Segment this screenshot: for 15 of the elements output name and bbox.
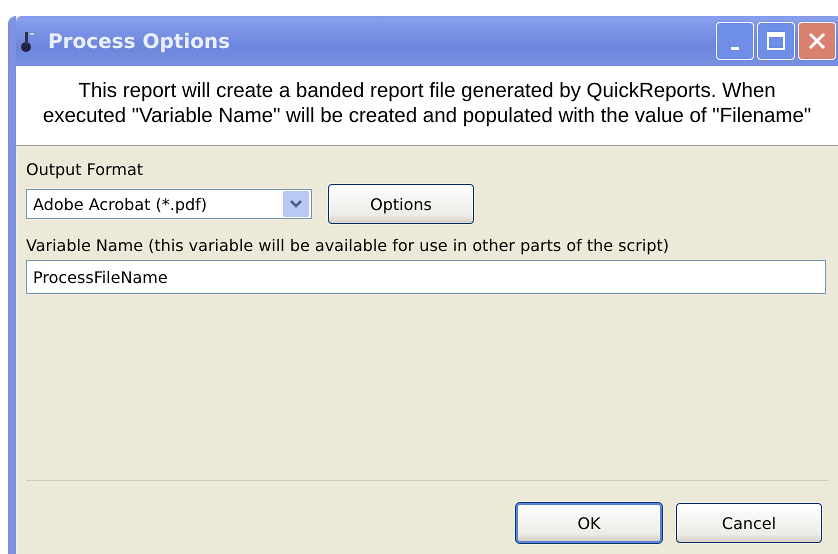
cancel-button[interactable]: Cancel [676,503,822,543]
maximize-icon [766,31,786,51]
variable-name-label: Variable Name (this variable will be available for use in other parts of the script) [26,236,670,255]
output-format-dropdown[interactable]: Adobe Acrobat (*.pdf) [26,189,312,219]
ok-button[interactable]: OK [516,503,662,543]
options-button[interactable]: Options [328,184,474,224]
minimize-button[interactable] [716,22,754,60]
maximize-button[interactable] [757,22,795,60]
minimize-icon [731,46,739,50]
output-format-label: Output Format [26,160,144,179]
close-icon [807,31,827,51]
description-text: This report will create a banded report file generated by QuickReports. When executed "Variable Name" will be created and populated with the value of "Filename" [16,66,838,146]
close-button[interactable] [798,22,836,60]
window-title: Process Options [48,29,230,53]
variable-name-field[interactable]: ProcessFileName [26,260,826,294]
